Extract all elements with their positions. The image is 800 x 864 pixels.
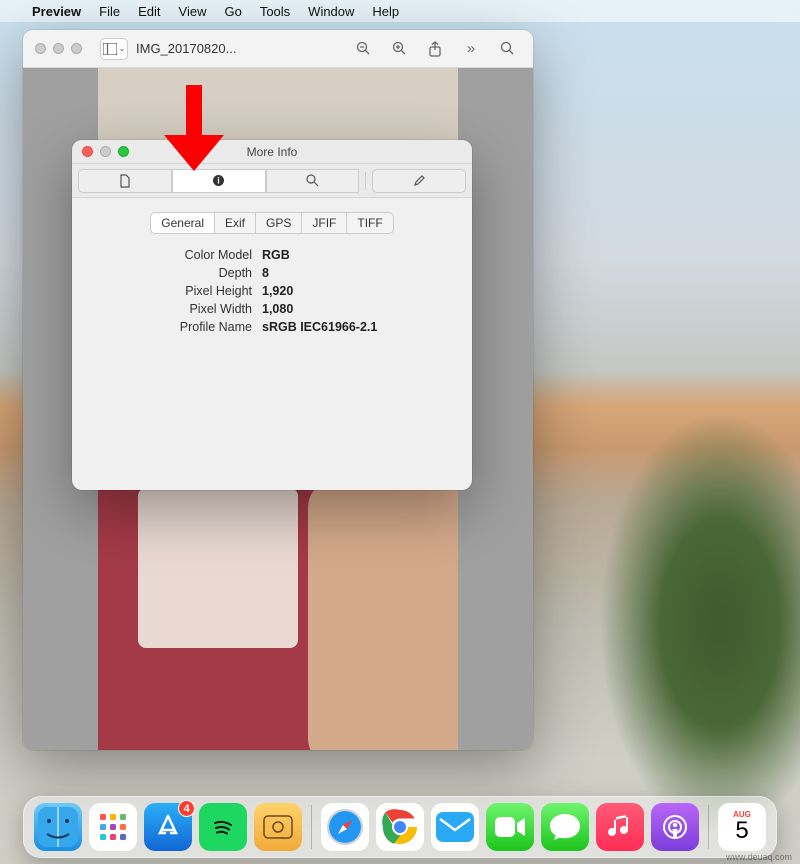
calendar-day: 5: [735, 819, 748, 843]
info-tab-keywords[interactable]: [266, 169, 360, 193]
menubar: Preview File Edit View Go Tools Window H…: [0, 0, 800, 22]
subtab-gps[interactable]: GPS: [256, 212, 302, 234]
info-tab-annotate[interactable]: [372, 169, 466, 193]
menu-view[interactable]: View: [179, 4, 207, 19]
subtab-jfif[interactable]: JFIF: [302, 212, 347, 234]
dock-separator: [311, 805, 312, 849]
dock-spotify[interactable]: [199, 803, 247, 851]
more-info-window: More Info i General Exif GPS JFIF TIFF C…: [72, 140, 472, 490]
window-title: IMG_20170820...: [136, 41, 236, 56]
label-depth: Depth: [92, 266, 252, 280]
zoom-button[interactable]: [71, 43, 82, 54]
dock: 4 AUG 5: [23, 796, 777, 858]
close-button[interactable]: [35, 43, 46, 54]
info-titlebar[interactable]: More Info: [72, 140, 472, 164]
info-subtabs: General Exif GPS JFIF TIFF: [72, 198, 472, 244]
menu-file[interactable]: File: [99, 4, 120, 19]
menu-window[interactable]: Window: [308, 4, 354, 19]
search-icon[interactable]: [493, 37, 521, 61]
menu-edit[interactable]: Edit: [138, 4, 160, 19]
value-profile-name: sRGB IEC61966-2.1: [262, 320, 452, 334]
dock-separator: [708, 805, 709, 849]
label-pixel-height: Pixel Height: [92, 284, 252, 298]
info-tab-file[interactable]: [78, 169, 172, 193]
dock-mail[interactable]: [431, 803, 479, 851]
menu-help[interactable]: Help: [372, 4, 399, 19]
info-window-title: More Info: [72, 145, 472, 159]
share-icon[interactable]: [421, 37, 449, 61]
subtab-general[interactable]: General: [150, 212, 215, 234]
zoom-in-icon[interactable]: [385, 37, 413, 61]
svg-text:i: i: [217, 176, 220, 186]
appstore-badge: 4: [178, 800, 195, 817]
dock-music[interactable]: [596, 803, 644, 851]
zoom-out-icon[interactable]: [349, 37, 377, 61]
toolbar-separator: [365, 172, 366, 190]
info-toolbar: i: [72, 164, 472, 198]
dock-safari[interactable]: [321, 803, 369, 851]
overflow-icon[interactable]: »: [457, 37, 485, 61]
label-profile-name: Profile Name: [92, 320, 252, 334]
dock-podcasts[interactable]: [651, 803, 699, 851]
dock-facetime[interactable]: [486, 803, 534, 851]
dock-calendar[interactable]: AUG 5: [718, 803, 766, 851]
dock-screenshot[interactable]: [254, 803, 302, 851]
label-pixel-width: Pixel Width: [92, 302, 252, 316]
dock-finder[interactable]: [34, 803, 82, 851]
dock-launchpad[interactable]: [89, 803, 137, 851]
watermark: www.deuaq.com: [726, 852, 792, 862]
menubar-app-name[interactable]: Preview: [32, 4, 81, 19]
value-color-model: RGB: [262, 248, 452, 262]
dock-messages[interactable]: [541, 803, 589, 851]
subtab-tiff[interactable]: TIFF: [347, 212, 393, 234]
label-color-model: Color Model: [92, 248, 252, 262]
menu-go[interactable]: Go: [224, 4, 241, 19]
preview-titlebar[interactable]: ⌄ IMG_20170820... »: [23, 30, 533, 68]
sidebar-toggle-button[interactable]: ⌄: [100, 38, 128, 60]
info-properties: Color Model RGB Depth 8 Pixel Height 1,9…: [72, 244, 472, 338]
value-pixel-width: 1,080: [262, 302, 452, 316]
value-depth: 8: [262, 266, 452, 280]
annotation-arrow: [164, 85, 224, 175]
menu-tools[interactable]: Tools: [260, 4, 290, 19]
subtab-exif[interactable]: Exif: [215, 212, 256, 234]
dock-chrome[interactable]: [376, 803, 424, 851]
value-pixel-height: 1,920: [262, 284, 452, 298]
dock-appstore[interactable]: 4: [144, 803, 192, 851]
minimize-button[interactable]: [53, 43, 64, 54]
